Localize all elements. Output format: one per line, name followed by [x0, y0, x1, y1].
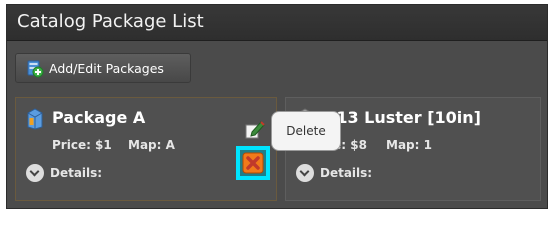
details-label: Details:	[320, 166, 373, 180]
chevron-down-icon	[296, 164, 314, 182]
package-card[interactable]: Package A Price: $1 Map: A Details:	[15, 97, 277, 201]
delete-tooltip: Delete	[271, 111, 341, 151]
window-title: Catalog Package List	[17, 11, 204, 32]
package-price: Price: $1	[52, 138, 112, 152]
tooltip-text: Delete	[286, 124, 326, 138]
package-name: Package A	[52, 108, 146, 127]
delete-button[interactable]	[236, 146, 270, 180]
details-toggle[interactable]: Details:	[296, 164, 372, 182]
package-add-icon	[24, 58, 44, 78]
delete-icon	[242, 152, 264, 174]
title-bar: Catalog Package List	[7, 5, 547, 41]
package-map: Map: A	[128, 138, 175, 152]
add-edit-packages-label: Add/Edit Packages	[49, 60, 164, 76]
add-edit-packages-button[interactable]: Add/Edit Packages	[15, 53, 191, 83]
details-toggle[interactable]: Details:	[26, 164, 102, 182]
details-label: Details:	[50, 166, 103, 180]
edit-icon[interactable]	[244, 118, 266, 140]
package-map: Map: 1	[386, 138, 432, 152]
catalog-package-list-window: Catalog Package List Add/Edit Packages P…	[6, 4, 548, 209]
package-icon	[26, 108, 44, 130]
chevron-down-icon	[26, 164, 44, 182]
package-name: x13 Luster [10in]	[326, 108, 481, 127]
